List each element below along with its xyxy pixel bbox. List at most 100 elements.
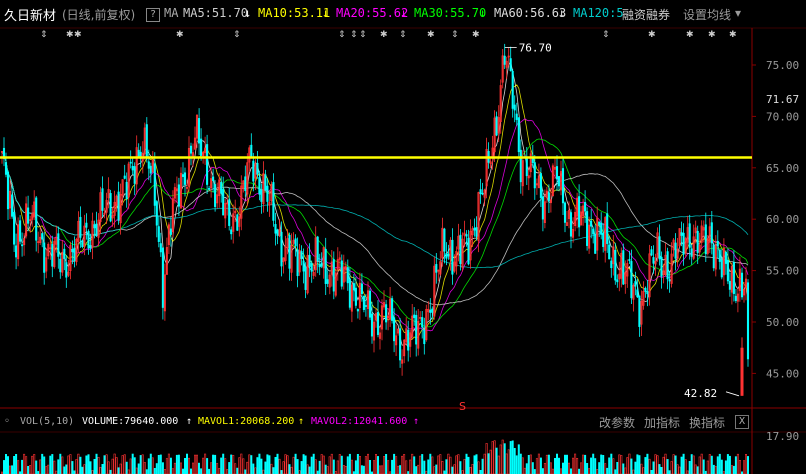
volume-bar xyxy=(457,454,460,474)
volume-bar xyxy=(306,464,309,474)
volume-bar xyxy=(405,460,408,474)
volume-bar xyxy=(358,455,361,474)
volume-bar xyxy=(246,461,249,474)
candle-body xyxy=(181,174,185,177)
volume-bar xyxy=(318,460,321,474)
stock-name[interactable]: 久日新材 xyxy=(4,5,56,24)
volume-bar xyxy=(190,468,193,474)
volume-bar xyxy=(411,453,414,474)
candle-body xyxy=(93,224,96,229)
volume-bar xyxy=(471,464,474,474)
candle-body xyxy=(220,182,223,194)
volume-bar xyxy=(529,454,532,474)
volume-bar xyxy=(413,456,416,474)
volume-bar xyxy=(736,453,739,474)
volume-bar xyxy=(238,457,241,474)
candle-body xyxy=(318,263,321,268)
volume-bar xyxy=(304,455,307,474)
candle-body xyxy=(320,262,323,267)
candle-body xyxy=(423,329,426,345)
event-marker-icon: ⇕ xyxy=(399,30,407,40)
margin-trading-button[interactable]: 融资融券 xyxy=(622,6,670,23)
candle-body xyxy=(608,244,611,260)
ma10-value: MA10:53.11 xyxy=(258,6,331,20)
candle-body xyxy=(481,192,484,195)
close-panel-button[interactable]: X xyxy=(735,415,749,429)
candle-body xyxy=(495,116,498,136)
volume-bar xyxy=(177,454,180,474)
candle-body xyxy=(280,231,283,267)
volume-bar xyxy=(694,464,697,474)
volume-bar xyxy=(640,463,643,474)
settings-dropdown-icon[interactable]: ▾ xyxy=(735,6,741,20)
volume-bar xyxy=(387,460,390,474)
last-candle-body xyxy=(740,347,744,396)
volume-bar xyxy=(165,458,168,474)
volume-bar xyxy=(244,469,247,474)
candle-body xyxy=(15,245,18,258)
help-button[interactable]: ? xyxy=(146,6,160,22)
volume-bar xyxy=(421,454,424,474)
volume-bar xyxy=(499,444,502,474)
volume-bar xyxy=(33,454,36,474)
volume-bar xyxy=(734,456,737,474)
candle-body xyxy=(734,295,737,301)
volume-bar xyxy=(236,467,239,474)
candle-body xyxy=(153,163,156,206)
volume-bar xyxy=(45,466,48,474)
volume-bar xyxy=(310,456,313,474)
volume-bar xyxy=(567,462,570,474)
volume-bar xyxy=(356,453,359,474)
settings-ma-button[interactable]: 设置均线 xyxy=(683,6,731,23)
chart-header: 久日新材 (日线,前复权) ? MA MA5:51.70 ↓ MA10:53.1… xyxy=(0,0,806,28)
volume-bar xyxy=(519,453,522,474)
volume-bar xyxy=(326,466,329,474)
candle-body xyxy=(117,191,120,221)
volume-bar xyxy=(417,464,420,474)
volume-bar xyxy=(543,462,546,474)
candle-body xyxy=(555,166,559,180)
low-pointer xyxy=(725,391,740,397)
volume-bar xyxy=(11,465,14,474)
period-label[interactable]: (日线,前复权) xyxy=(62,6,135,23)
candle-body xyxy=(51,244,54,267)
volume-bar xyxy=(284,454,287,474)
volume-bar xyxy=(27,465,30,474)
volume-bar xyxy=(571,457,574,474)
volume-bar xyxy=(433,466,436,474)
volume-bar xyxy=(447,453,450,474)
volume-bar xyxy=(479,469,482,474)
ma20-arrow-icon: ↓ xyxy=(400,6,408,20)
volume-bar xyxy=(196,454,199,474)
price-tick-label: 75.00 xyxy=(766,59,799,72)
volume-bar xyxy=(700,453,703,474)
candle-body xyxy=(628,259,631,261)
candle-body xyxy=(65,262,68,278)
volume-bar xyxy=(296,459,299,474)
candle-body xyxy=(435,264,438,273)
candle-body xyxy=(519,149,522,183)
candle-body xyxy=(704,224,707,255)
volume-bar xyxy=(614,469,617,474)
event-marker-icon: ✱ xyxy=(66,30,74,40)
volume-bar xyxy=(626,457,629,474)
vol-indicator-label[interactable]: VOL(5,10) xyxy=(20,416,74,427)
volume-bar xyxy=(618,454,621,474)
candle-body xyxy=(525,158,528,177)
volume-bar xyxy=(399,465,402,474)
candle-body xyxy=(674,242,677,259)
volume-bar xyxy=(188,457,191,474)
price-chart[interactable]: 75.00 70.00 65.00 60.00 55.00 50.00 45.00 71.67… xyxy=(0,0,806,474)
volume-bar xyxy=(403,454,406,474)
candle-body xyxy=(87,231,90,249)
candle-body xyxy=(634,281,637,287)
candle-body xyxy=(352,283,355,291)
candle-body xyxy=(660,256,663,277)
volume-bar xyxy=(194,454,197,474)
volume-bar xyxy=(395,456,398,474)
candle-body xyxy=(258,177,261,195)
change-params-button[interactable]: 改参数 xyxy=(599,414,635,431)
add-indicator-button[interactable]: 加指标 xyxy=(644,414,680,431)
volume-bar xyxy=(103,455,106,474)
switch-indicator-button[interactable]: 换指标 xyxy=(689,414,725,431)
